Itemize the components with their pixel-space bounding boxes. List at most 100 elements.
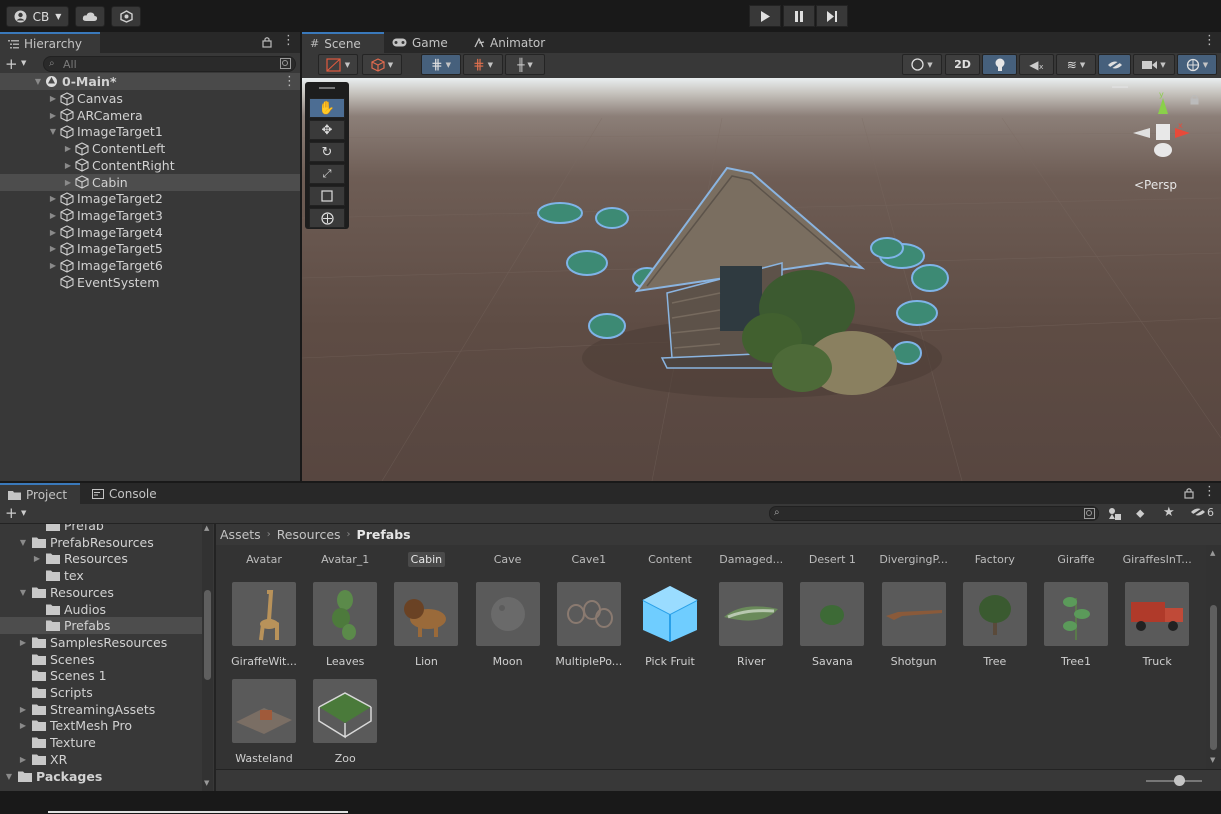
hierarchy-item[interactable]: ▶ ImageTarget4 [0,224,300,241]
folder-tree-item[interactable]: ▶ TextMesh Pro [0,717,202,734]
asset-item[interactable]: Moon [468,582,548,668]
breadcrumb-resources[interactable]: Resources [277,527,341,542]
asset-label-top[interactable]: Avatar [224,553,304,566]
asset-label-top[interactable]: Cave1 [549,553,629,566]
folder-tree-item[interactable]: ▼ Packages [0,768,202,785]
asset-scroll-thumb[interactable] [1210,605,1217,750]
hierarchy-item[interactable]: ▶ Canvas [0,90,300,107]
audio-toggle[interactable]: ◀ₓ [1019,54,1054,75]
folder-tree-item[interactable]: Scripts [0,684,202,701]
draw-mode-dropdown[interactable]: ▼ [318,54,358,75]
grid-size-dropdown[interactable]: ╫ ▼ [505,54,545,75]
asset-label-top[interactable]: Giraffe [1036,553,1116,566]
tab-game[interactable]: Game [384,32,456,53]
tab-console[interactable]: Console [84,483,165,504]
folder-tree-item[interactable]: ▶ StreamingAssets [0,701,202,718]
pause-button[interactable] [783,5,815,27]
expand-arrow-right-icon[interactable]: ▶ [63,161,73,170]
expand-arrow-down-icon[interactable]: ▼ [18,538,28,547]
tab-hierarchy[interactable]: Hierarchy [0,32,100,53]
asset-item[interactable]: Leaves [305,582,385,668]
expand-arrow-right-icon[interactable]: ▶ [63,178,73,187]
asset-label-top[interactable]: GiraffesInT... [1117,553,1197,566]
scroll-up-icon[interactable]: ▲ [1210,549,1215,557]
folder-tree-item[interactable]: Audios [0,601,202,618]
persp-label[interactable]: <Persp [1134,178,1177,192]
orientation-gizmo[interactable]: x y [1128,88,1198,168]
rotate-tool-button[interactable]: ↻ [309,142,345,162]
move-tool-button[interactable]: ✥ [309,120,345,140]
lock-icon[interactable] [1184,487,1194,499]
effects-dropdown[interactable]: ≋ ▼ [1056,54,1096,75]
expand-arrow-down-icon[interactable]: ▼ [4,772,14,781]
play-button[interactable] [749,5,781,27]
asset-label-top[interactable]: Content [630,553,710,566]
hierarchy-search-input[interactable]: ⌕ All [43,56,296,72]
asset-item[interactable]: MultiplePo... [549,582,629,668]
hierarchy-item[interactable]: ▶ ImageTarget5 [0,240,300,257]
asset-item[interactable]: Truck [1117,582,1197,668]
increment-snap-dropdown[interactable]: ⋕ ▼ [463,54,503,75]
expand-arrow-right-icon[interactable]: ▶ [63,144,73,153]
hierarchy-item[interactable]: ▶ ImageTarget2 [0,190,300,207]
asset-item[interactable]: Tree1 [1036,582,1116,668]
folder-tree-item[interactable]: Texture [0,734,202,751]
asset-item[interactable]: GiraffeWit... [224,582,304,668]
folder-tree-item[interactable]: Prefab [0,524,202,534]
gizmo-lock-icon[interactable] [1190,94,1199,105]
asset-scrollbar[interactable]: ▲ ▼ [1206,545,1221,769]
create-plus-icon[interactable]: + [5,504,18,522]
hand-tool-button[interactable]: ✋ [309,98,345,118]
expand-arrow-down-icon[interactable]: ▼ [48,127,58,136]
expand-arrow-right-icon[interactable]: ▶ [48,261,58,270]
panel-menu-icon[interactable]: ⋮ [1203,484,1216,499]
folder-tree-item[interactable]: tex [0,567,202,584]
asset-item[interactable]: Savana [792,582,872,668]
tab-scene[interactable]: # Scene [302,32,384,53]
asset-item[interactable]: Pick Fruit [630,582,710,668]
hierarchy-item[interactable]: EventSystem [0,274,300,291]
eye-hidden-icon[interactable] [1190,507,1206,517]
folder-tree-item[interactable]: ▼ PrefabResources [0,534,202,551]
hierarchy-item[interactable]: ▶ ContentRight [0,157,300,174]
scroll-down-icon[interactable]: ▼ [1210,756,1215,764]
expand-arrow-right-icon[interactable]: ▶ [48,228,58,237]
shading-mode-dropdown[interactable]: ▼ [902,54,942,75]
breadcrumb-prefabs[interactable]: Prefabs [357,527,411,542]
scene-menu-icon[interactable]: ⋮ [1203,33,1216,48]
hierarchy-item[interactable]: ▶ ARCamera [0,107,300,124]
asset-label-top[interactable]: Desert 1 [792,553,872,566]
expand-arrow-right-icon[interactable]: ▶ [32,554,42,563]
thumb-size-slider-handle[interactable] [1174,775,1185,786]
render-mode-dropdown[interactable]: ▼ [362,54,402,75]
expand-arrow-down-icon[interactable]: ▼ [18,588,28,597]
hierarchy-item[interactable]: ▶ ImageTarget3 [0,207,300,224]
folder-tree-item[interactable]: Scenes 1 [0,667,202,684]
mode-2d-button[interactable]: 2D [945,54,980,75]
asset-label-top[interactable]: Factory [955,553,1035,566]
expand-arrow-right-icon[interactable]: ▶ [18,638,28,647]
asset-item[interactable]: River [711,582,791,668]
asset-item[interactable]: Tree [955,582,1035,668]
rect-tool-button[interactable] [309,186,345,206]
create-plus-icon[interactable]: + [5,55,18,73]
visibility-toggle[interactable] [1098,54,1131,75]
asset-label-top[interactable]: Damaged... [711,553,791,566]
asset-item[interactable]: Zoo [305,679,385,765]
cloud-button[interactable] [75,6,105,27]
gizmo-handle[interactable] [1112,86,1128,88]
folder-tree-item[interactable]: ▶ SamplesResources [0,634,202,651]
chevron-down-icon[interactable]: ▼ [21,59,26,67]
panel-menu-icon[interactable]: ⋮ [282,33,295,48]
hierarchy-item[interactable]: ▼ ImageTarget1 [0,123,300,140]
collab-button[interactable] [111,6,141,27]
folder-tree-item[interactable]: ▶ Resources [0,550,202,567]
expand-arrow-right-icon[interactable]: ▶ [48,194,58,203]
folder-tree-item[interactable]: Prefabs [0,617,202,635]
gizmos-dropdown[interactable]: ▼ [1177,54,1217,75]
expand-arrow-right-icon[interactable]: ▶ [18,705,28,714]
asset-label-top[interactable]: DivergingP... [874,553,954,566]
folder-tree-item[interactable]: ▼ Resources [0,584,202,601]
camera-dropdown[interactable]: ▼ [1133,54,1175,75]
palette-grip[interactable] [319,87,335,89]
